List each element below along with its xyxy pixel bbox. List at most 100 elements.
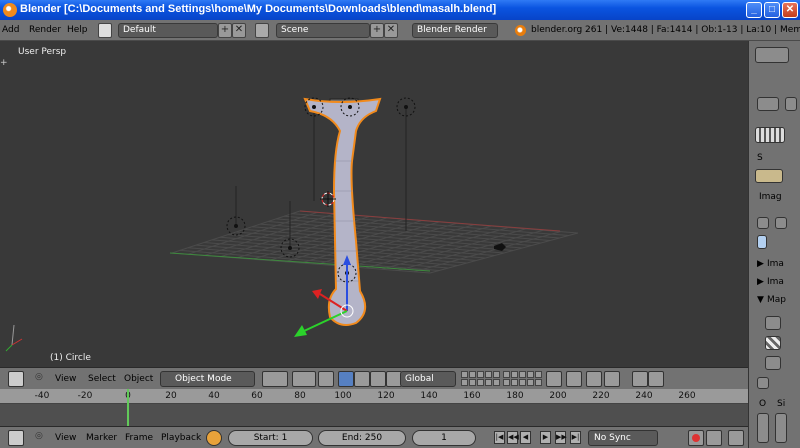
timeline-collapse-icon[interactable]: ◎ — [35, 431, 43, 441]
header-collapse-icon[interactable]: ◎ — [35, 372, 43, 382]
window-title: Blender [C:\Documents and Settings\home\… — [20, 3, 497, 15]
properties-editor-icon[interactable] — [757, 97, 779, 111]
timeline-menu-view[interactable]: View — [55, 433, 76, 443]
manipulator-toggle[interactable] — [318, 371, 334, 387]
timeline-tick-label: 160 — [463, 391, 481, 401]
active-object-label: (1) Circle — [50, 353, 91, 363]
timeline-ruler[interactable]: -40-200204060801001201401601802002202402… — [0, 389, 748, 404]
insert-keyframe-icon[interactable] — [728, 430, 744, 446]
screen-layout-field[interactable]: Default — [118, 23, 218, 38]
offset-label: O — [759, 399, 767, 409]
floor-grid — [171, 210, 579, 274]
close-button[interactable]: ✕ — [782, 2, 798, 18]
layers-group-1[interactable] — [461, 371, 500, 387]
editor-type-icon[interactable] — [755, 47, 789, 63]
mode-select[interactable]: Object Mode — [160, 371, 255, 387]
scale-manipulator-icon[interactable] — [370, 371, 386, 387]
jump-start-button[interactable]: |◀ — [494, 431, 505, 444]
current-frame-indicator[interactable] — [127, 389, 129, 426]
window-titlebar: Blender [C:\Documents and Settings\home\… — [0, 0, 800, 20]
timeline-editor-type-button[interactable] — [8, 430, 24, 446]
timeline-tick-label: -40 — [34, 391, 50, 401]
menu-add[interactable]: Add — [2, 25, 19, 35]
slot-s-label: S — [757, 153, 763, 163]
image-panel-toggle-2[interactable]: ▶ — [757, 277, 764, 287]
keying-set-icon[interactable] — [706, 430, 722, 446]
orientation-select[interactable]: Global — [400, 371, 456, 387]
rotate-manipulator-icon[interactable] — [354, 371, 370, 387]
add-scene-button[interactable]: + — [370, 23, 384, 38]
timeline-menu-frame[interactable]: Frame — [125, 433, 153, 443]
sync-mode-select[interactable]: No Sync — [588, 430, 658, 446]
mapping-preview-icon[interactable] — [765, 336, 781, 350]
mapping-panel-toggle[interactable]: ▼ — [757, 295, 764, 305]
preview-range-icon[interactable] — [206, 430, 222, 446]
offset-field[interactable] — [757, 413, 769, 443]
add-screen-button[interactable]: + — [218, 23, 232, 38]
image-panel-label-2: Ima — [767, 277, 784, 287]
end-frame-field[interactable]: End: 250 — [318, 430, 406, 446]
render-anim-icon[interactable] — [648, 371, 664, 387]
editor-type-button[interactable] — [8, 371, 24, 387]
play-reverse-button[interactable]: ◀ — [520, 431, 531, 444]
toolshelf-toggle-icon[interactable]: + — [0, 58, 8, 68]
timeline-tick-label: 260 — [678, 391, 696, 401]
lock-layers-icon[interactable] — [546, 371, 562, 387]
size-label: Si — [777, 399, 786, 409]
scene-field[interactable]: Scene — [276, 23, 370, 38]
timeline-menu-marker[interactable]: Marker — [86, 433, 117, 443]
mapping-stepper[interactable] — [765, 316, 781, 330]
scene-canvas[interactable] — [0, 41, 748, 367]
checkbox-b[interactable] — [775, 217, 787, 229]
render-engine-select[interactable]: Blender Render — [412, 23, 498, 38]
scroll-button[interactable] — [785, 97, 797, 111]
checkbox-a[interactable] — [757, 217, 769, 229]
timeline-header: ◎ View Marker Frame Playback Start: 1 En… — [0, 426, 748, 448]
jump-keyframe-back-button[interactable]: ◀◀ — [507, 431, 519, 444]
texture-preview-icon[interactable] — [755, 169, 783, 183]
size-field[interactable] — [775, 413, 787, 443]
menu-view[interactable]: View — [55, 374, 76, 384]
3d-viewport[interactable]: User Persp (1) Circle + — [0, 41, 748, 367]
proportional-edit-icon[interactable] — [566, 371, 582, 387]
projection-stepper[interactable] — [765, 356, 781, 370]
layers-group-2[interactable] — [503, 371, 542, 387]
image-panel-toggle-1[interactable]: ▶ — [757, 259, 764, 269]
menu-select[interactable]: Select — [88, 374, 116, 384]
blender-logo-icon — [3, 3, 17, 17]
screen-layout-icon[interactable] — [98, 23, 112, 38]
scene-icon[interactable] — [255, 23, 269, 38]
remove-scene-button[interactable]: ✕ — [384, 23, 398, 38]
maximize-button[interactable]: □ — [764, 2, 780, 18]
current-frame-field[interactable]: 1 — [412, 430, 476, 446]
image-icon[interactable] — [757, 235, 767, 249]
mapping-checkbox[interactable] — [757, 377, 769, 389]
snap-element-icon[interactable] — [604, 371, 620, 387]
auto-keyframe-record-button[interactable] — [688, 430, 704, 446]
timeline-tick-label: 200 — [549, 391, 567, 401]
view3d-header: ◎ View Select Object Object Mode Global — [0, 367, 748, 389]
jump-keyframe-forward-button[interactable]: ▶▶ — [555, 431, 567, 444]
snap-toggle-icon[interactable] — [586, 371, 602, 387]
shading-select[interactable] — [262, 371, 288, 387]
translate-manipulator-icon[interactable] — [338, 371, 354, 387]
info-header: Add Render Help Default + ✕ Scene + ✕ Bl… — [0, 20, 800, 41]
minimize-button[interactable]: _ — [746, 2, 762, 18]
pivot-select[interactable] — [292, 371, 316, 387]
texture-slots-icon[interactable] — [755, 127, 785, 143]
timeline-tick-label: 40 — [208, 391, 220, 401]
jump-end-button[interactable]: ▶| — [570, 431, 581, 444]
timeline-menu-playback[interactable]: Playback — [161, 433, 201, 443]
blender-icon — [515, 25, 526, 36]
play-button[interactable]: ▶ — [540, 431, 551, 444]
mapping-panel-label: Map — [767, 295, 786, 305]
remove-screen-button[interactable]: ✕ — [232, 23, 246, 38]
timeline-tick-label: 80 — [294, 391, 306, 401]
timeline-tick-label: 220 — [592, 391, 610, 401]
start-frame-field[interactable]: Start: 1 — [228, 430, 313, 446]
menu-help[interactable]: Help — [67, 25, 88, 35]
timeline-editor[interactable]: -40-200204060801001201401601802002202402… — [0, 389, 748, 426]
menu-render[interactable]: Render — [29, 25, 61, 35]
render-still-icon[interactable] — [632, 371, 648, 387]
menu-object[interactable]: Object — [124, 374, 153, 384]
